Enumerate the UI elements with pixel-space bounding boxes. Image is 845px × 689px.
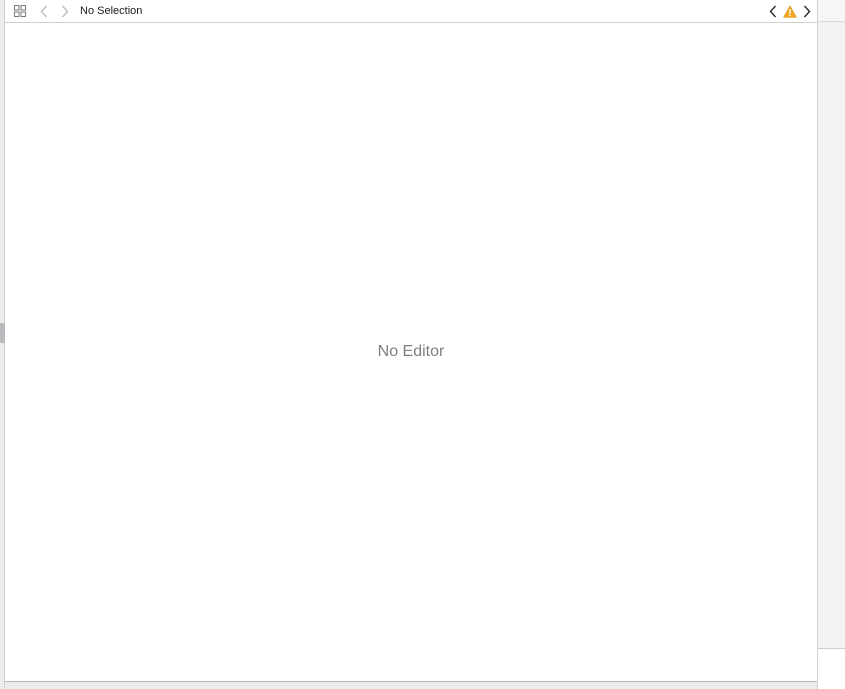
chevron-right-icon [62,5,69,17]
jump-bar-title[interactable]: No Selection [80,5,142,17]
chevron-left-icon [769,5,777,17]
library-panel-edge[interactable] [818,648,845,689]
no-editor-label: No Editor [377,343,445,360]
go-forward-button[interactable] [56,0,74,22]
next-issue-button[interactable] [799,0,815,22]
issue-navigation [765,0,817,22]
related-items-grid-icon [14,5,26,17]
related-items-button[interactable] [10,0,30,22]
xcode-editor-window: No Selection No Editor [0,0,845,689]
issue-warning-button[interactable] [781,0,799,22]
previous-issue-button[interactable] [765,0,781,22]
utilities-panel-header [818,0,845,22]
go-back-button[interactable] [34,0,54,22]
chevron-left-icon [40,5,47,17]
warning-triangle-icon [783,5,797,18]
utilities-panel-edge[interactable] [817,0,845,689]
editor-area[interactable]: No Editor [5,23,817,681]
chevron-right-icon [803,5,811,17]
jump-bar: No Selection [5,0,817,23]
debug-area-bar[interactable] [5,681,817,689]
